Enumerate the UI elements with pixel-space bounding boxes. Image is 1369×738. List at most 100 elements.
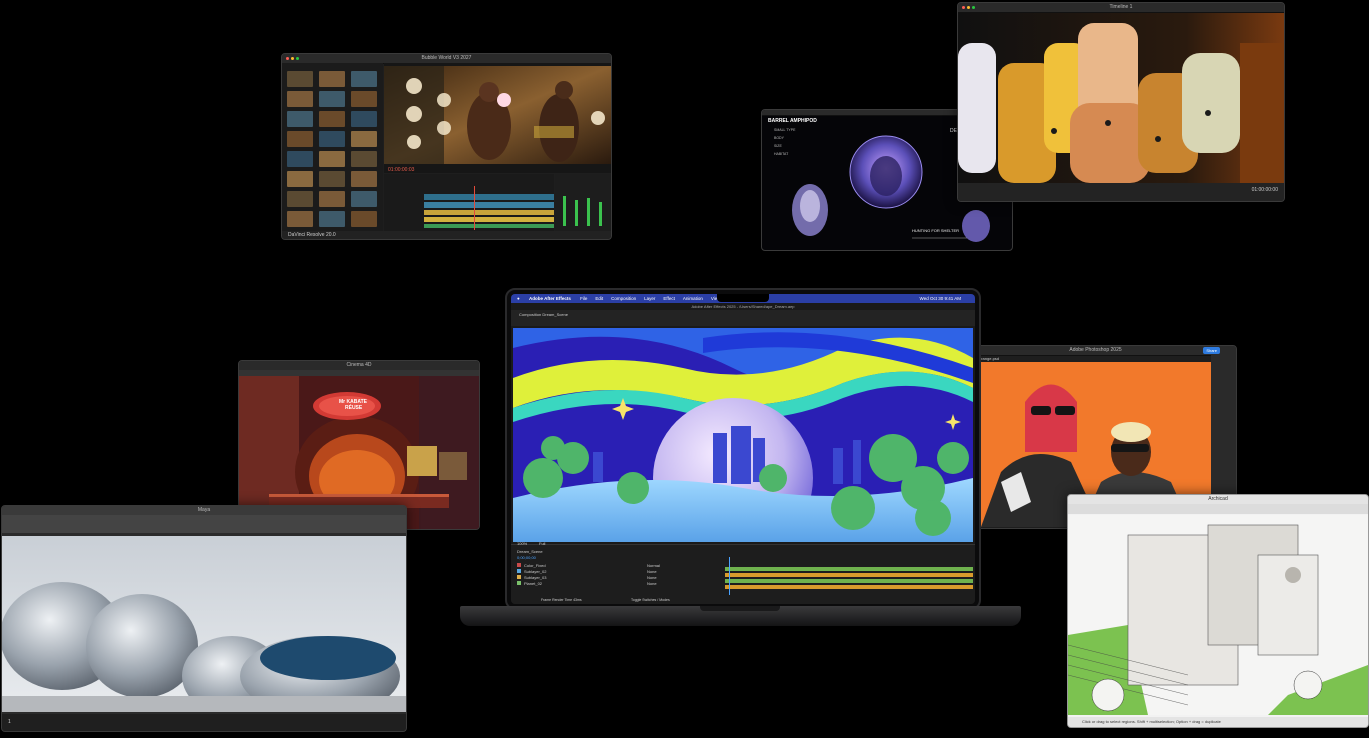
page-nav-bar: DaVinci Resolve 20.0 [282,231,611,239]
track-bar-4[interactable] [725,585,973,589]
meter-4 [599,202,602,226]
video-track-clip-2[interactable] [424,202,554,208]
toggle-switches-label[interactable]: Toggle Switches / Modes [631,598,670,602]
archicad-3d-view [1068,515,1368,715]
archicad-toolbar [1068,504,1368,514]
media-thumbnail[interactable] [319,211,345,227]
ae-document-title: Adobe After Effects 2025 - /Users/Shared… [691,304,795,309]
media-thumbnail[interactable] [351,191,377,207]
maya-shelf [2,515,406,533]
track-area [725,557,973,597]
timeline-tab[interactable]: Dream_Scene [517,549,543,554]
media-thumbnail[interactable] [287,171,313,187]
timeline-timecode[interactable]: 0;00;00;00 [517,555,536,560]
media-thumbnail[interactable] [351,131,377,147]
final-cut-window: Timeline 1 01:00:00:00 [957,2,1285,202]
maya-title: Maya [197,507,211,513]
media-thumbnail[interactable] [287,131,313,147]
media-thumbnail[interactable] [319,171,345,187]
track-bar-3[interactable] [725,579,973,583]
edit-timeline [384,174,554,231]
media-thumbnail[interactable] [287,91,313,107]
media-thumbnail[interactable] [351,91,377,107]
audio-track-clip-2[interactable] [424,217,554,222]
media-thumbnail[interactable] [319,91,345,107]
layer-color-swatch [517,581,521,585]
layer-color-swatch [517,563,521,567]
caption-title: HUNTING FOR SHELTER [912,228,960,233]
layer-row[interactable]: Planet_02 None [517,581,717,587]
media-thumbnail[interactable] [287,111,313,127]
media-thumbnail[interactable] [351,71,377,87]
trackpad-notch [700,606,780,611]
media-thumbnail[interactable] [351,151,377,167]
ps-title: Adobe Photoshop 2025 [1069,347,1122,353]
macbook-laptop: ● Adobe After Effects File Edit Compositio… [505,288,981,610]
media-thumbnail[interactable] [319,71,345,87]
fcp-transport-bar: 01:00:00:00 [958,183,1284,201]
maya-window: Maya 1 [1,505,407,732]
comp-tab[interactable]: Composition Dream_Scene [519,312,568,317]
playhead[interactable] [474,186,475,230]
music-track-clip[interactable] [424,224,554,228]
menu-item[interactable]: Animation [683,296,703,301]
track-bar-2[interactable] [725,573,973,577]
viewer-timecode: 01:00:00:03 [388,167,415,173]
layer-name: Color_Fixed [524,563,546,568]
layer-list: Color_Fixed Normal Sublayer_02 None Sublayer… [517,563,717,587]
menu-item[interactable]: Composition [611,296,636,301]
audio-track-clip[interactable] [424,210,554,215]
media-thumbnail[interactable] [319,191,345,207]
menu-item[interactable]: Layer [644,296,655,301]
media-thumbnail[interactable] [351,171,377,187]
layer-color-swatch [517,569,521,573]
share-button[interactable]: Share [1203,347,1220,354]
layer-name: Planet_02 [524,581,543,586]
layer-mode[interactable]: None [647,581,657,587]
menu-item[interactable]: Effect [663,296,674,301]
media-thumbnail[interactable] [319,151,345,167]
ae-timeline-panel: 100% Full Dream_Scene 0;00;00;00 Color_F… [511,541,975,604]
archicad-status-text: Click or drag to select regions. Shift +… [1082,719,1221,724]
menu-item[interactable]: File [580,296,587,301]
camera-notch [717,294,769,302]
media-thumbnail[interactable] [287,191,313,207]
zoom-level[interactable]: 100% [517,541,527,546]
fcp-title-bar: Timeline 1 [958,3,1284,13]
fcp-timecode-right: 01:00:00:00 [1251,187,1278,193]
davinci-resolve-window: Bubble World V3 2027 01:00:00:03 DaVinci… [281,53,612,240]
media-thumbnail[interactable] [351,211,377,227]
meter-3 [587,198,590,226]
fcp-viewer [958,13,1284,183]
maya-timeslider[interactable]: 1 [2,714,406,731]
media-pool [282,63,383,231]
layer-name: Sublayer_02 [524,569,547,574]
screen: ● Adobe After Effects File Edit Compositio… [511,294,975,604]
menu-app-name[interactable]: Adobe After Effects [529,296,571,301]
c4d-title: Cinema 4D [346,362,372,368]
media-thumbnail[interactable] [287,71,313,87]
current-time-indicator[interactable] [729,557,730,595]
media-thumbnail[interactable] [319,131,345,147]
ae-comp-tabs: Composition Dream_Scene Dream_SceneMain_… [511,310,975,333]
media-thumbnail[interactable] [319,111,345,127]
frame-label: 1 [8,719,11,725]
menu-item[interactable]: Edit [595,296,603,301]
media-thumbnail[interactable] [351,111,377,127]
viewer-panel: 01:00:00:03 [384,63,611,173]
media-thumbnail[interactable] [287,151,313,167]
apple-icon[interactable]: ● [517,296,520,301]
meter-2 [575,200,578,226]
quality-select[interactable]: Full [539,541,545,546]
video-track-clip[interactable] [424,194,554,200]
layer-color-swatch [517,575,521,579]
render-time-label: Frame Render Time 43ms [541,598,582,602]
maya-viewport [2,536,406,712]
archicad-title: Archicad [1208,496,1228,502]
menu-clock: Wed Oct 30 9:41 AM [919,296,961,301]
media-thumbnail[interactable] [287,211,313,227]
archicad-window: Archicad Click or drag to select regions… [1067,494,1369,728]
track-bar-1[interactable] [725,567,973,571]
viewer-frame [384,66,611,164]
ps-title-bar: Adobe Photoshop 2025 Share [955,346,1236,356]
